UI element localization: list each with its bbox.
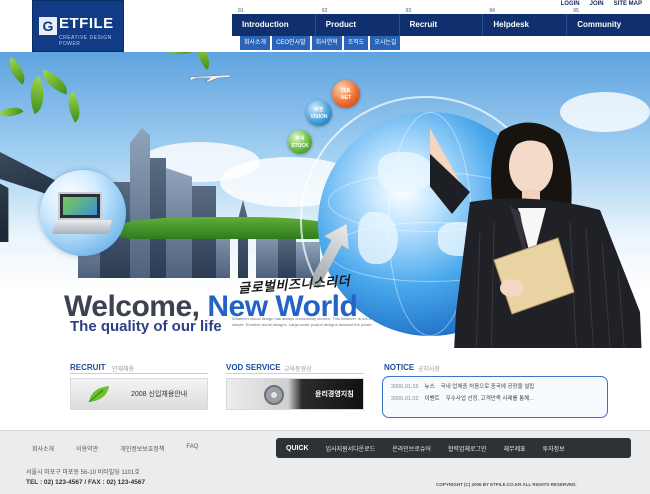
- nav-label: Community: [577, 20, 622, 29]
- join-link[interactable]: JOIN: [590, 0, 604, 9]
- nav-label: Product: [325, 20, 357, 29]
- subnav-history[interactable]: 회사연혁: [311, 36, 342, 50]
- laptop-keyboard: [52, 220, 112, 234]
- ball-label: STOCK: [291, 143, 309, 149]
- sitemap-link[interactable]: SITE MAP: [614, 0, 642, 9]
- ball-top-text: 비전: [314, 107, 324, 113]
- quick-menu: QUICK 입사지원서다운로드 온라인브로슈어 협력업체로그인 재무제표 투자정…: [276, 438, 631, 458]
- hero-small-text: Whatever visual design has always consci…: [232, 316, 372, 327]
- quick-financial-statement[interactable]: 재무제표: [504, 444, 526, 453]
- logo-subtitle: CREATIVE DESIGN POWER: [59, 35, 112, 47]
- subnav-company-intro[interactable]: 회사소개: [240, 36, 271, 50]
- nav-label: Introduction: [242, 20, 289, 29]
- nav-community[interactable]: 05 Community: [567, 8, 650, 36]
- footer-contact: TEL : 02) 123-4567 / FAX : 02) 123-4567: [26, 479, 146, 486]
- gear-icon: [264, 385, 284, 405]
- notice-subtitle: 공지사항: [418, 367, 441, 373]
- nav-number: 02: [321, 8, 328, 14]
- vision-ball[interactable]: 비전 VISION: [306, 100, 332, 126]
- footer-copyright: COPYRIGHT (C) 2006 BY ETFILE.CO.KR ALL R…: [436, 482, 577, 487]
- subnav-organization[interactable]: 조직도: [343, 36, 369, 50]
- hero-visual: 대표 NET 비전 VISION 주식 STOCK 글로벌비즈니스리더 Welc…: [0, 52, 650, 348]
- ball-label: VISION: [310, 114, 328, 120]
- footer-link-privacy[interactable]: 개인정보보호정책: [120, 444, 164, 453]
- nav-label: Recruit: [409, 20, 438, 29]
- businesswoman-photo: [430, 122, 642, 348]
- hero-tagline: The quality of our life: [70, 318, 222, 335]
- subnav-directions[interactable]: 오시는길: [370, 36, 401, 50]
- airplane-icon: [189, 74, 231, 83]
- grass-island: [120, 217, 330, 239]
- leaf-icon: [88, 386, 109, 403]
- laptop-screen: [58, 192, 102, 220]
- notice-category: 뉴스: [424, 384, 435, 390]
- laptop-bubble: [40, 170, 126, 256]
- vod-banner-text: 윤리경영지침: [315, 391, 354, 398]
- main-nav: 01 Introduction 02 Product 03 Recruit 04 Hel…: [232, 8, 650, 36]
- net-ball[interactable]: 대표 NET: [332, 80, 360, 108]
- notice-date: 2006.01.15: [391, 384, 419, 390]
- quick-label: QUICK: [286, 444, 309, 452]
- ball-top-text: 주식: [295, 136, 305, 142]
- notice-text: 우수사업 선정, 고객만족 사례를 통해...: [445, 396, 534, 402]
- divider: [70, 373, 208, 374]
- footer-link-company[interactable]: 회사소개: [32, 444, 54, 453]
- quick-application-download[interactable]: 입사지원서다운로드: [326, 444, 376, 453]
- leaves-decoration: [0, 52, 95, 134]
- quick-online-brochure[interactable]: 온라인브로슈어: [392, 444, 431, 453]
- content-panels: RECRUIT 인재채용 2008 신입채용안내 VOD SERVICE 교육동…: [0, 348, 650, 430]
- vod-subtitle: 교육동영상: [284, 367, 312, 373]
- nav-product[interactable]: 02 Product: [316, 8, 400, 36]
- sub-nav: 회사소개 CEO인사말 회사연혁 조직도 오시는길: [240, 36, 401, 50]
- logo[interactable]: G ETFILE CREATIVE DESIGN POWER: [32, 0, 124, 52]
- divider: [226, 373, 364, 374]
- subnav-ceo-greeting[interactable]: CEO인사말: [272, 36, 310, 50]
- nav-number: 01: [238, 8, 244, 14]
- stock-ball[interactable]: 주식 STOCK: [288, 130, 312, 154]
- recruit-subtitle: 인재채용: [112, 367, 135, 373]
- recruit-banner-text: 2008 신입채용안내: [131, 391, 188, 398]
- footer: 회사소개 이용약관 개인정보보호정책 FAQ QUICK 입사지원서다운로드 온…: [0, 430, 650, 494]
- quick-investor-info[interactable]: 투자정보: [543, 444, 565, 453]
- vod-title: VOD SERVICE: [226, 363, 281, 372]
- nav-number: 03: [405, 8, 412, 14]
- quick-partner-login[interactable]: 협력업체로그인: [448, 444, 487, 453]
- ball-top-text: 대표: [341, 88, 351, 94]
- footer-link-terms[interactable]: 이용약관: [76, 444, 98, 453]
- footer-address: 서울시 마포구 마포동 56-10 비타빌딩 1101호: [26, 470, 140, 476]
- footer-links: 회사소개 이용약관 개인정보보호정책 FAQ: [32, 444, 198, 453]
- nav-label: Helpdesk: [493, 20, 529, 29]
- nav-number: 05: [573, 8, 579, 14]
- nav-introduction[interactable]: 01 Introduction: [232, 8, 316, 36]
- nav-number: 04: [489, 8, 495, 14]
- notice-list: 2006.01.15 뉴스 국내 업체중 처음으로 중국에 공장을 설립 200…: [382, 376, 608, 418]
- footer-link-faq[interactable]: FAQ: [186, 444, 198, 453]
- nav-helpdesk[interactable]: 04 Helpdesk: [483, 8, 568, 36]
- notice-title: NOTICE: [384, 363, 415, 372]
- notice-text: 국내 업체중 처음으로 중국에 공장을 설립: [440, 384, 535, 390]
- notice-item[interactable]: 2006.01.02 이벤트 우수사업 선정, 고객만족 사례를 통해...: [391, 393, 599, 405]
- notice-date: 2006.01.02: [391, 396, 419, 402]
- notice-item[interactable]: 2006.01.15 뉴스 국내 업체중 처음으로 중국에 공장을 설립: [391, 381, 599, 393]
- ball-label: NET: [341, 95, 351, 101]
- recruit-title: RECRUIT: [70, 363, 106, 372]
- vod-banner[interactable]: 윤리경영지침: [226, 378, 364, 410]
- recruit-banner[interactable]: 2008 신입채용안내: [70, 378, 208, 410]
- logo-text: ETFILE: [59, 15, 114, 32]
- header: G ETFILE CREATIVE DESIGN POWER LOGIN JOI…: [0, 0, 650, 52]
- nav-recruit[interactable]: 03 Recruit: [400, 8, 484, 36]
- notice-category: 이벤트: [424, 396, 440, 402]
- logo-mark-icon: G: [39, 17, 57, 35]
